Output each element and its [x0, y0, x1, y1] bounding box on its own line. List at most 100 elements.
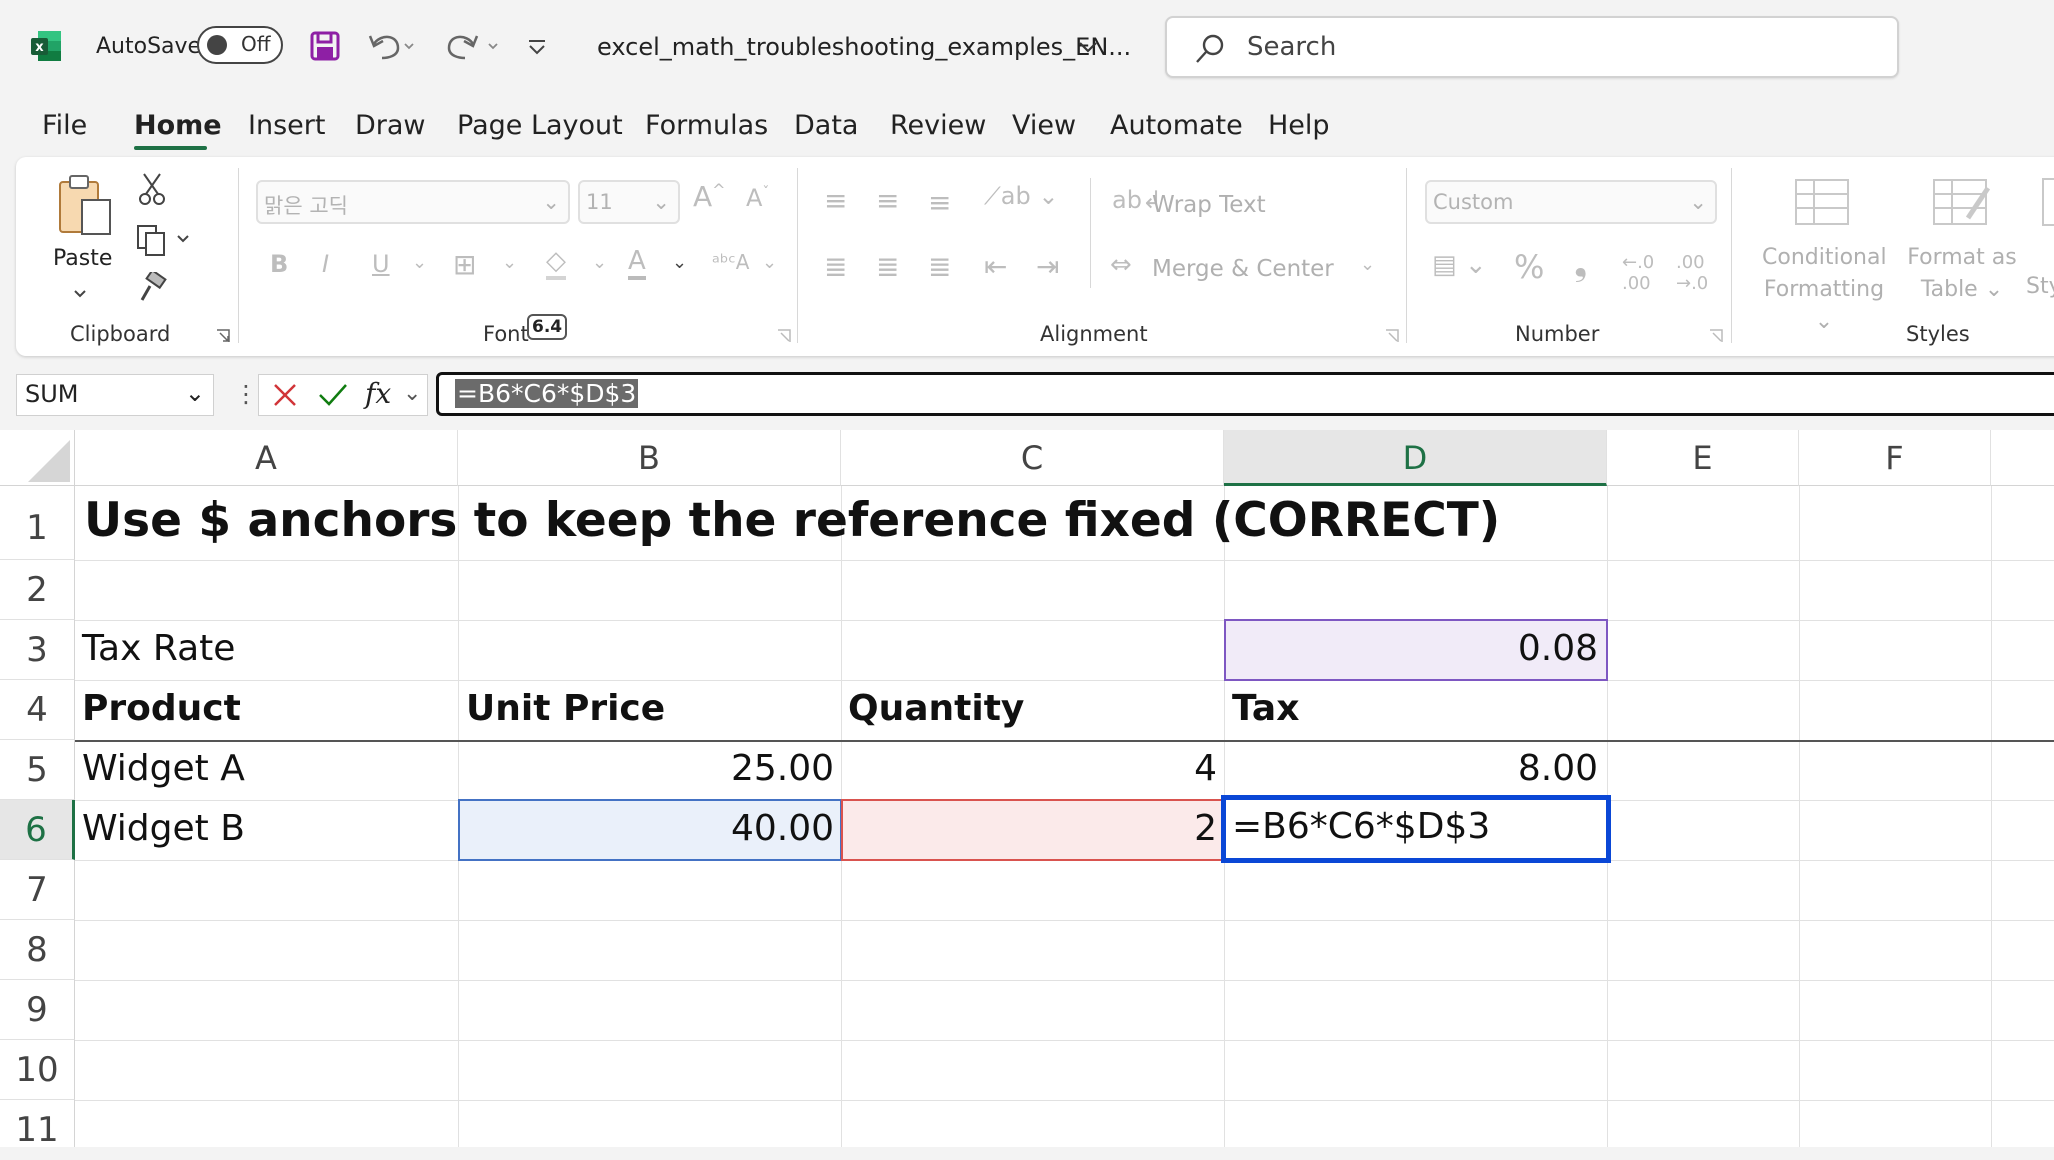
comma-style-icon[interactable]: ❟ [1574, 244, 1587, 284]
row-header-8[interactable]: 8 [0, 920, 75, 980]
column-header-d[interactable]: D [1224, 430, 1607, 486]
cell-styles-icon[interactable] [2042, 178, 2054, 226]
align-center-icon[interactable]: ≣ [876, 250, 899, 283]
number-launcher-icon[interactable] [1708, 328, 1724, 348]
tab-file[interactable]: File [42, 110, 87, 141]
decrease-font-size-icon[interactable]: Aˇ [746, 184, 769, 212]
align-top-icon[interactable]: ≡ [824, 184, 847, 217]
chevron-down-icon[interactable]: ⌄ [762, 252, 777, 273]
search-box[interactable]: Search [1165, 16, 1899, 78]
enter-icon[interactable] [317, 381, 349, 413]
conditional-formatting-icon[interactable] [1794, 178, 1850, 230]
tab-review[interactable]: Review [890, 110, 986, 141]
cell-c5[interactable]: 4 [843, 748, 1217, 789]
orientation-icon[interactable]: ⟋ab ⌄ [984, 182, 1058, 210]
conditional-formatting-label[interactable]: Conditional Formatting ⌄ [1762, 242, 1887, 338]
cut-icon[interactable] [138, 172, 166, 210]
cell-a5[interactable]: Widget A [82, 748, 245, 789]
format-as-table-icon[interactable] [1932, 178, 1994, 232]
phonetic-guide-icon[interactable]: ᵃᵇᶜA [712, 250, 749, 274]
italic-icon[interactable]: I [322, 250, 329, 278]
copy-icon[interactable] [136, 224, 192, 260]
row-header-3[interactable]: 3 [0, 620, 75, 680]
row-header-7[interactable]: 7 [0, 860, 75, 920]
autosave-toggle[interactable]: Off [197, 26, 283, 64]
cell-c4[interactable]: Quantity [848, 688, 1024, 729]
insert-function-icon[interactable]: fx [365, 377, 391, 410]
increase-font-size-icon[interactable]: A^ [693, 180, 726, 213]
font-color-icon[interactable]: A [628, 246, 646, 280]
tab-view[interactable]: View [1012, 110, 1076, 141]
font-size-dropdown[interactable]: 11 ⌄ [578, 180, 680, 224]
row-header-1[interactable]: 1 [0, 486, 75, 560]
save-icon[interactable] [309, 30, 341, 66]
chevron-down-icon[interactable]: ⌄ [672, 252, 687, 273]
column-header-e[interactable]: E [1607, 430, 1799, 486]
cell-a3[interactable]: Tax Rate [82, 628, 235, 669]
paste-label[interactable]: Paste [53, 246, 112, 271]
column-header-f[interactable]: F [1799, 430, 1991, 486]
cell-a6[interactable]: Widget B [82, 808, 245, 849]
align-left-icon[interactable]: ≣ [824, 250, 847, 283]
tab-home[interactable]: Home [134, 110, 222, 141]
chevron-down-icon[interactable]: ⌄ [502, 252, 517, 273]
fill-color-icon[interactable]: ◇ [546, 246, 566, 280]
align-right-icon[interactable]: ≣ [928, 250, 951, 283]
tab-draw[interactable]: Draw [355, 110, 426, 141]
row-header-9[interactable]: 9 [0, 980, 75, 1040]
tab-page-layout[interactable]: Page Layout [457, 110, 623, 141]
tab-data[interactable]: Data [794, 110, 858, 141]
cell-b6[interactable]: 40.00 [460, 808, 834, 849]
cell-b5[interactable]: 25.00 [460, 748, 834, 789]
row-header-2[interactable]: 2 [0, 560, 75, 620]
align-middle-icon[interactable]: ≡ [876, 184, 899, 217]
column-header-a[interactable]: A [75, 430, 458, 486]
more-options-icon[interactable]: ⋮ [234, 380, 258, 408]
cell-d3[interactable]: 0.08 [1228, 628, 1598, 669]
bold-icon[interactable]: B [270, 250, 288, 278]
underline-icon[interactable]: U [372, 250, 390, 278]
borders-icon[interactable]: ⊞ [453, 248, 476, 281]
cell-a1[interactable]: Use $ anchors to keep the reference fixe… [84, 493, 1500, 548]
chevron-down-icon[interactable]: ⌄ [592, 252, 607, 273]
cell-a4[interactable]: Product [82, 688, 241, 729]
customize-toolbar-icon[interactable] [526, 38, 548, 60]
column-header-b[interactable]: B [458, 430, 841, 486]
select-all-button[interactable] [0, 430, 75, 486]
cell-d5[interactable]: 8.00 [1226, 748, 1598, 789]
tab-automate[interactable]: Automate [1110, 110, 1243, 141]
font-launcher-icon[interactable] [776, 328, 792, 348]
file-title[interactable]: excel_math_troubleshooting_examples_EN..… [597, 33, 1131, 61]
tab-help[interactable]: Help [1268, 110, 1330, 141]
row-header-4[interactable]: 4 [0, 680, 75, 740]
alignment-launcher-icon[interactable] [1384, 328, 1400, 348]
cell-d4[interactable]: Tax [1232, 688, 1299, 729]
row-header-6[interactable]: 6 [0, 800, 75, 860]
accounting-format-icon[interactable]: ▤ ⌄ [1432, 250, 1487, 280]
chevron-down-icon[interactable]: ⌄ [412, 252, 427, 273]
cancel-icon[interactable] [271, 381, 299, 413]
column-header-c[interactable]: C [841, 430, 1224, 486]
merge-center-label[interactable]: Merge & Center [1152, 256, 1334, 282]
format-painter-icon[interactable] [136, 268, 168, 308]
increase-decimal-icon[interactable]: ←.0.00 [1622, 252, 1654, 294]
active-cell-d6[interactable]: =B6*C6*$D$3 [1221, 795, 1611, 863]
undo-icon[interactable] [368, 30, 414, 66]
chevron-down-icon[interactable]: ⌄ [403, 381, 421, 406]
row-header-10[interactable]: 10 [0, 1040, 75, 1100]
column-header-g[interactable] [1991, 430, 2054, 486]
cell-b4[interactable]: Unit Price [466, 688, 665, 729]
chevron-down-icon[interactable] [1078, 40, 1098, 59]
row-header-5[interactable]: 5 [0, 740, 75, 800]
paste-icon[interactable] [56, 172, 116, 246]
format-as-table-label[interactable]: Format as Table ⌄ [1906, 242, 2018, 306]
percent-style-icon[interactable]: % [1514, 248, 1544, 286]
font-name-dropdown[interactable]: 맑은 고딕 ⌄ [256, 180, 570, 224]
clipboard-launcher-icon[interactable] [215, 328, 231, 348]
number-format-dropdown[interactable]: Custom ⌄ [1425, 180, 1717, 224]
align-bottom-icon[interactable]: ≡ [928, 186, 951, 219]
paste-dropdown-icon[interactable] [73, 284, 87, 303]
row-header-11[interactable]: 11 [0, 1100, 75, 1150]
increase-indent-icon[interactable]: ⇥ [1036, 250, 1059, 283]
formula-input[interactable]: =B6*C6*$D$3 [436, 372, 2054, 416]
